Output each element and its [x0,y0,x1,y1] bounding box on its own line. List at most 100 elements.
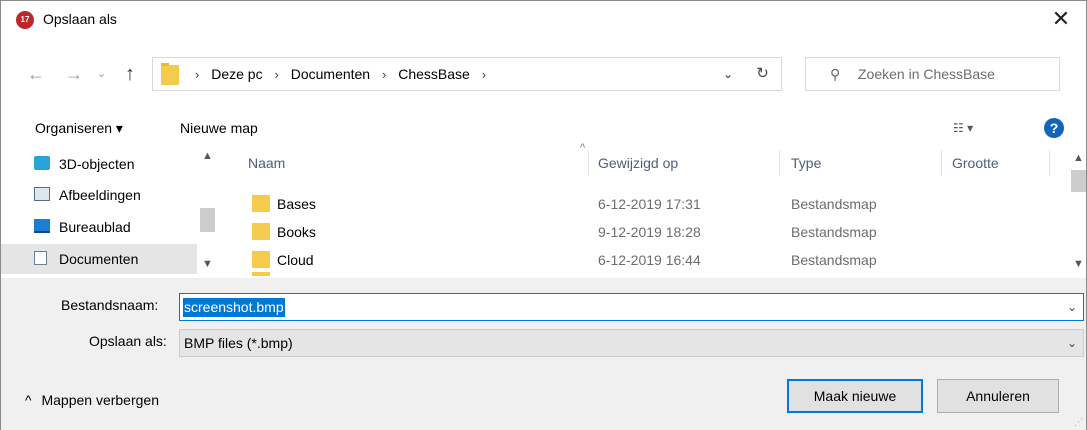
navigation-pane: 3D-objecten Afbeeldingen Bureaublad Docu… [1,146,219,276]
file-type: Bestandsmap [791,196,877,212]
column-divider[interactable] [588,150,589,176]
file-list: ^ Naam Gewijzigd op Type Grootte Bases 6… [220,142,1087,276]
view-icon: ☷ ▾ [953,121,974,135]
arrow-left-icon: ← [27,64,45,84]
refresh-icon: ↻ [756,65,769,82]
sidebar-item-desktop[interactable]: Bureaublad [1,212,197,242]
column-divider[interactable] [779,150,780,176]
column-header-name[interactable]: Naam [248,150,285,176]
filename-label: Bestandsnaam: [61,297,159,313]
help-button[interactable]: ? [1044,118,1064,138]
title-bar: 17 Opslaan als ✕ [1,1,1086,39]
browser-panes: 3D-objecten Afbeeldingen Bureaublad Docu… [1,142,1087,276]
sidebar-item-pictures[interactable]: Afbeeldingen [1,180,197,210]
breadcrumb-separator-icon: › [481,67,487,82]
sidebar-item-label: Documenten [59,251,139,267]
file-name: Cloud [277,252,314,268]
breadcrumb-item-chessbase[interactable]: ChessBase [398,66,470,82]
column-header-type[interactable]: Type [791,150,821,176]
pictures-icon [34,187,50,201]
arrow-up-icon: ↑ [125,63,135,85]
help-icon: ? [1049,120,1059,136]
file-modified: 6-12-2019 17:31 [598,196,701,212]
dialog-title: Opslaan als [43,11,117,27]
resize-grip-icon[interactable]: ⋰ [1074,417,1083,428]
chevron-down-icon: ⌄ [97,68,107,80]
file-name: Bases [277,196,316,212]
folder-icon [161,63,179,85]
app-icon: 17 [16,11,34,29]
chevron-down-icon[interactable]: ⌄ [1067,330,1077,356]
close-icon: ✕ [1051,6,1071,31]
search-icon: ⚲ [830,66,841,82]
refresh-button[interactable]: ↻ [744,57,782,91]
address-dropdown-button[interactable]: ⌄ [723,58,733,90]
sidebar-item-3d-objects[interactable]: 3D-objecten [1,149,197,179]
breadcrumb: › Deze pc › Documenten › ChessBase › [187,58,494,90]
folder-icon [252,223,270,240]
file-type: Bestandsmap [791,252,877,268]
hide-folders-button[interactable]: ^ Mappen verbergen [25,390,159,410]
breadcrumb-item-documenten[interactable]: Documenten [291,66,370,82]
scrollbar-thumb[interactable] [1071,170,1086,192]
file-modified: 9-12-2019 18:28 [598,224,701,240]
cancel-button[interactable]: Annuleren [937,379,1059,413]
table-row[interactable]: Books 9-12-2019 18:28 Bestandsmap [220,218,1060,246]
arrow-right-icon: → [65,64,83,84]
table-row[interactable]: Cloud 6-12-2019 16:44 Bestandsmap [220,246,1060,274]
command-bar: Organiseren ▾ Nieuwe map ☷ ▾ ? [1,113,1086,145]
close-button[interactable]: ✕ [1046,5,1076,35]
3d-objects-icon [34,156,50,170]
view-options-button[interactable]: ☷ ▾ [953,113,973,143]
breadcrumb-separator-icon: › [274,67,279,82]
documents-icon [34,251,47,265]
scroll-down-icon[interactable]: ▼ [1069,258,1087,270]
scroll-up-icon[interactable]: ▲ [1069,152,1087,164]
breadcrumb-separator-icon: › [382,67,387,82]
column-divider[interactable] [1049,150,1050,176]
filename-input[interactable]: screenshot.bmp [183,298,285,317]
hide-folders-label: Mappen verbergen [41,392,159,408]
sidebar-scrollbar[interactable]: ▲ ▼ [198,146,217,276]
folder-icon [252,251,270,268]
column-divider[interactable] [941,150,942,176]
save-as-dialog: 17 Opslaan als ✕ ← → ⌄ ↑ › Deze pc › Doc… [0,0,1087,430]
sidebar-item-documents[interactable]: Documenten [1,244,197,274]
filetype-value: BMP files (*.bmp) [184,335,293,351]
folder-icon [252,272,270,276]
navigation-bar: ← → ⌄ ↑ › Deze pc › Documenten › ChessBa… [1,54,1086,94]
file-list-scrollbar[interactable]: ▲ ▼ [1069,146,1087,276]
table-row[interactable]: Bases 6-12-2019 17:31 Bestandsmap [220,190,1060,218]
chevron-down-icon[interactable]: ⌄ [1067,294,1077,320]
scroll-down-icon[interactable]: ▼ [198,258,217,270]
new-folder-button[interactable]: Nieuwe map [180,113,258,143]
sidebar-item-label: Afbeeldingen [59,187,141,203]
filetype-label: Opslaan als: [89,333,167,349]
file-name: Books [277,224,316,240]
scrollbar-thumb[interactable] [200,208,215,232]
recent-locations-button[interactable]: ⌄ [97,54,106,94]
forward-button[interactable]: → [65,54,83,94]
address-bar[interactable]: › Deze pc › Documenten › ChessBase › ⌄ [152,57,782,91]
desktop-icon [34,219,50,233]
breadcrumb-separator-icon: › [195,67,200,82]
sidebar-item-label: Bureaublad [59,219,131,235]
organize-button[interactable]: Organiseren ▾ [35,113,123,143]
search-input[interactable]: Zoeken in ChessBase [858,58,995,90]
breadcrumb-item-deze-pc[interactable]: Deze pc [211,66,262,82]
save-button[interactable]: Maak nieuwe [787,379,923,413]
save-form: Bestandsnaam: screenshot.bmp ⌄ Opslaan a… [1,278,1086,430]
filename-field[interactable]: screenshot.bmp ⌄ [179,293,1084,321]
up-button[interactable]: ↑ [125,54,135,94]
chevron-down-icon: ⌄ [722,67,733,81]
chevron-up-icon: ^ [25,392,32,408]
sidebar-item-label: 3D-objecten [59,156,135,172]
column-header-modified[interactable]: Gewijzigd op [598,150,678,176]
search-box[interactable]: ⚲ Zoeken in ChessBase [805,57,1060,91]
filetype-select[interactable]: BMP files (*.bmp) ⌄ [179,329,1084,357]
file-modified: 6-12-2019 16:44 [598,252,701,268]
column-header-size[interactable]: Grootte [952,150,999,176]
sort-ascending-icon: ^ [580,142,586,154]
scroll-up-icon[interactable]: ▲ [198,150,217,162]
back-button[interactable]: ← [27,54,45,94]
